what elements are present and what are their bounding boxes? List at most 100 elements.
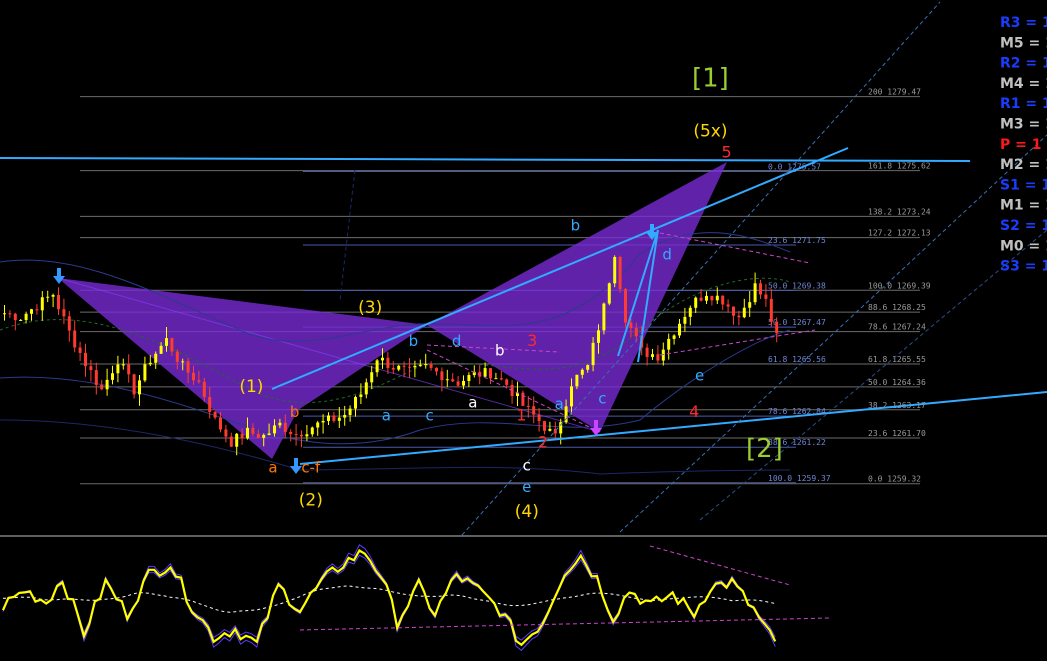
candle-body bbox=[375, 360, 379, 373]
candle-body bbox=[688, 307, 692, 317]
candle-body bbox=[445, 379, 449, 381]
candle-body bbox=[283, 422, 287, 432]
fib-level-label: 88.6 1268.25 bbox=[868, 303, 926, 312]
candle-body bbox=[181, 361, 185, 363]
pivot-label: M3 = 1 bbox=[1000, 117, 1047, 133]
candle-body bbox=[343, 415, 347, 418]
candle-body bbox=[13, 313, 17, 321]
candle-body bbox=[613, 257, 617, 284]
wave-label-abc_blue: b bbox=[409, 332, 419, 350]
wave-label-minor_orange: a bbox=[268, 459, 277, 477]
candle-body bbox=[267, 433, 271, 435]
candle-body bbox=[219, 417, 222, 430]
candle-body bbox=[667, 338, 671, 350]
candle-body bbox=[678, 323, 681, 336]
candle-body bbox=[418, 364, 422, 366]
candle-body bbox=[273, 425, 276, 434]
wave-label-minor_orange: c-f bbox=[301, 459, 321, 477]
candle-body bbox=[186, 361, 190, 373]
candle-body bbox=[159, 345, 163, 354]
candle-body bbox=[240, 433, 244, 439]
fib-level-label: 23.6 1271.75 bbox=[768, 236, 826, 245]
candle-body bbox=[570, 386, 573, 407]
wave-label-intermediate: (2) bbox=[299, 490, 323, 510]
candle-body bbox=[618, 257, 622, 290]
fib-level-label: 100.0 1259.37 bbox=[768, 474, 831, 483]
wave-label-abc_white: b bbox=[495, 341, 505, 359]
wave-label-intermediate: (4) bbox=[515, 502, 539, 522]
candle-body bbox=[402, 365, 406, 367]
candle-body bbox=[386, 357, 390, 368]
candle-body bbox=[543, 421, 546, 431]
candle-body bbox=[8, 313, 12, 315]
wave-label-minor_red: 1 bbox=[516, 406, 526, 425]
candle-body bbox=[408, 366, 411, 368]
candle-body bbox=[483, 368, 487, 377]
candle-body bbox=[62, 309, 66, 317]
candle-body bbox=[775, 321, 779, 334]
candle-body bbox=[656, 354, 660, 361]
candle-body bbox=[321, 420, 325, 423]
candle-body bbox=[364, 382, 368, 395]
chart-root: 200 1279.470.0 1275.57 161.8 1275.62138.2… bbox=[0, 0, 1047, 661]
candle-body bbox=[111, 373, 114, 380]
candle-body bbox=[494, 378, 498, 380]
candle-body bbox=[224, 429, 228, 437]
candle-body bbox=[310, 427, 314, 435]
candle-body bbox=[629, 322, 633, 329]
candle-body bbox=[84, 352, 87, 367]
wave-label-abc_blue: e bbox=[522, 478, 531, 496]
candle-body bbox=[143, 364, 147, 381]
candle-body bbox=[435, 367, 438, 372]
candle-body bbox=[154, 353, 158, 363]
fib-level-label: 50.0 1264.36 bbox=[868, 378, 926, 387]
pivot-label: S2 = 1 bbox=[1000, 218, 1047, 234]
candle-body bbox=[148, 362, 152, 365]
fib-level-label: 138.2 1273.24 bbox=[868, 207, 931, 216]
pivot-label: P = 1 bbox=[1000, 137, 1041, 153]
pivot-label: M1 = 1 bbox=[1000, 198, 1047, 214]
candle-body bbox=[721, 295, 725, 305]
candle-body bbox=[451, 379, 455, 382]
candle-body bbox=[505, 379, 509, 385]
candle-body bbox=[89, 366, 93, 371]
candle-body bbox=[251, 427, 255, 434]
fib-level-label: 161.8 1275.62 bbox=[868, 162, 931, 171]
fib-level-label: 61.8 1265.55 bbox=[868, 355, 926, 364]
candle-body bbox=[51, 294, 55, 297]
candle-body bbox=[699, 297, 703, 301]
wave-label-abc_blue: b bbox=[571, 217, 581, 235]
candle-body bbox=[192, 372, 195, 381]
candle-body bbox=[467, 375, 471, 381]
candle-body bbox=[370, 372, 374, 383]
candle-body bbox=[132, 374, 136, 395]
fib-level-label: 78.6 1267.24 bbox=[868, 323, 926, 332]
candle-body bbox=[359, 394, 363, 397]
candle-body bbox=[67, 316, 71, 331]
candle-body bbox=[246, 427, 249, 439]
candle-body bbox=[548, 428, 552, 431]
candle-body bbox=[170, 338, 174, 352]
candle-body bbox=[30, 309, 33, 314]
candle-body bbox=[602, 303, 606, 331]
fib-level-label: 23.6 1261.70 bbox=[868, 429, 926, 438]
candle-body bbox=[607, 283, 611, 304]
candle-body bbox=[456, 381, 460, 386]
wave-label-minor_red: 3 bbox=[527, 331, 537, 350]
candle-body bbox=[429, 364, 433, 368]
candle-body bbox=[440, 371, 444, 381]
wave-label-major: [1] bbox=[692, 63, 729, 93]
candle-body bbox=[138, 380, 141, 395]
candle-body bbox=[213, 411, 217, 418]
wave-label-major: [2] bbox=[746, 434, 783, 464]
candle-body bbox=[337, 417, 341, 421]
candle-body bbox=[94, 370, 98, 385]
candle-body bbox=[208, 397, 212, 412]
fib-level-label: 100.0 1269.39 bbox=[868, 281, 931, 290]
candle-body bbox=[289, 431, 293, 435]
candle-body bbox=[165, 338, 168, 346]
candle-body bbox=[24, 313, 28, 320]
candle-body bbox=[262, 434, 266, 438]
candle-body bbox=[591, 342, 595, 366]
pivot-label: R3 = 1 bbox=[1000, 15, 1047, 31]
